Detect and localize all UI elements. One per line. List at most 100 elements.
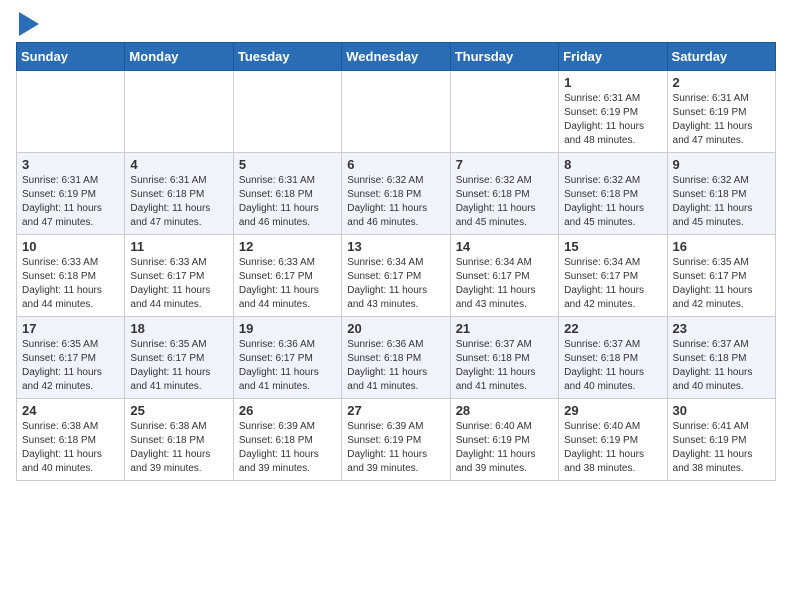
calendar-day-cell: 23 Sunrise: 6:37 AM Sunset: 6:18 PM Dayli… (667, 317, 775, 399)
calendar-day-cell: 30 Sunrise: 6:41 AM Sunset: 6:19 PM Dayli… (667, 399, 775, 481)
day-info: Sunrise: 6:31 AM Sunset: 6:18 PM Dayligh… (239, 174, 336, 230)
day-info: Sunrise: 6:37 AM Sunset: 6:18 PM Dayligh… (564, 338, 661, 394)
day-info: Sunrise: 6:31 AM Sunset: 6:18 PM Dayligh… (130, 174, 227, 230)
calendar-day-cell: 21 Sunrise: 6:37 AM Sunset: 6:18 PM Dayli… (450, 317, 558, 399)
calendar-day-cell: 8Sunrise: 6:32 AM Sunset: 6:18 PM Daylig… (559, 153, 667, 235)
day-of-week-header: Sunday (17, 43, 125, 71)
day-info: Sunrise: 6:32 AM Sunset: 6:18 PM Dayligh… (347, 174, 444, 230)
day-info: Sunrise: 6:36 AM Sunset: 6:18 PM Dayligh… (347, 338, 444, 394)
calendar-day-cell (17, 71, 125, 153)
day-number: 26 (239, 403, 336, 418)
day-info: Sunrise: 6:31 AM Sunset: 6:19 PM Dayligh… (564, 92, 661, 148)
day-info: Sunrise: 6:41 AM Sunset: 6:19 PM Dayligh… (673, 420, 770, 476)
calendar-header-row: SundayMondayTuesdayWednesdayThursdayFrid… (17, 43, 776, 71)
day-info: Sunrise: 6:32 AM Sunset: 6:18 PM Dayligh… (673, 174, 770, 230)
day-of-week-header: Friday (559, 43, 667, 71)
calendar-week-row: 10 Sunrise: 6:33 AM Sunset: 6:18 PM Dayli… (17, 235, 776, 317)
calendar-day-cell: 5 Sunrise: 6:31 AM Sunset: 6:18 PM Daylig… (233, 153, 341, 235)
day-number: 28 (456, 403, 553, 418)
day-number: 1 (564, 75, 661, 90)
calendar-table: SundayMondayTuesdayWednesdayThursdayFrid… (16, 42, 776, 481)
calendar-day-cell: 20 Sunrise: 6:36 AM Sunset: 6:18 PM Dayli… (342, 317, 450, 399)
day-number: 2 (673, 75, 770, 90)
calendar-week-row: 3 Sunrise: 6:31 AM Sunset: 6:19 PM Daylig… (17, 153, 776, 235)
day-info: Sunrise: 6:33 AM Sunset: 6:17 PM Dayligh… (239, 256, 336, 312)
day-number: 20 (347, 321, 444, 336)
day-number: 18 (130, 321, 227, 336)
calendar-day-cell: 28 Sunrise: 6:40 AM Sunset: 6:19 PM Dayli… (450, 399, 558, 481)
day-info: Sunrise: 6:34 AM Sunset: 6:17 PM Dayligh… (347, 256, 444, 312)
calendar-day-cell: 4 Sunrise: 6:31 AM Sunset: 6:18 PM Daylig… (125, 153, 233, 235)
day-info: Sunrise: 6:31 AM Sunset: 6:19 PM Dayligh… (673, 92, 770, 148)
day-number: 16 (673, 239, 770, 254)
day-number: 27 (347, 403, 444, 418)
day-number: 13 (347, 239, 444, 254)
day-of-week-header: Tuesday (233, 43, 341, 71)
logo (16, 16, 39, 34)
day-number: 11 (130, 239, 227, 254)
day-number: 12 (239, 239, 336, 254)
calendar-day-cell (342, 71, 450, 153)
day-number: 21 (456, 321, 553, 336)
day-number: 3 (22, 157, 119, 172)
day-info: Sunrise: 6:39 AM Sunset: 6:18 PM Dayligh… (239, 420, 336, 476)
calendar-day-cell: 11 Sunrise: 6:33 AM Sunset: 6:17 PM Dayli… (125, 235, 233, 317)
day-info: Sunrise: 6:40 AM Sunset: 6:19 PM Dayligh… (456, 420, 553, 476)
day-info: Sunrise: 6:35 AM Sunset: 6:17 PM Dayligh… (22, 338, 119, 394)
calendar-day-cell: 14 Sunrise: 6:34 AM Sunset: 6:17 PM Dayli… (450, 235, 558, 317)
day-info: Sunrise: 6:38 AM Sunset: 6:18 PM Dayligh… (130, 420, 227, 476)
day-info: Sunrise: 6:33 AM Sunset: 6:17 PM Dayligh… (130, 256, 227, 312)
day-info: Sunrise: 6:34 AM Sunset: 6:17 PM Dayligh… (456, 256, 553, 312)
day-info: Sunrise: 6:33 AM Sunset: 6:18 PM Dayligh… (22, 256, 119, 312)
calendar-day-cell: 19Sunrise: 6:36 AM Sunset: 6:17 PM Dayli… (233, 317, 341, 399)
day-number: 23 (673, 321, 770, 336)
calendar-day-cell: 2 Sunrise: 6:31 AM Sunset: 6:19 PM Daylig… (667, 71, 775, 153)
day-number: 22 (564, 321, 661, 336)
day-of-week-header: Monday (125, 43, 233, 71)
calendar-day-cell: 9Sunrise: 6:32 AM Sunset: 6:18 PM Daylig… (667, 153, 775, 235)
calendar-week-row: 24Sunrise: 6:38 AM Sunset: 6:18 PM Dayli… (17, 399, 776, 481)
day-number: 30 (673, 403, 770, 418)
calendar-day-cell: 25Sunrise: 6:38 AM Sunset: 6:18 PM Dayli… (125, 399, 233, 481)
day-info: Sunrise: 6:39 AM Sunset: 6:19 PM Dayligh… (347, 420, 444, 476)
day-info: Sunrise: 6:40 AM Sunset: 6:19 PM Dayligh… (564, 420, 661, 476)
day-info: Sunrise: 6:37 AM Sunset: 6:18 PM Dayligh… (456, 338, 553, 394)
calendar-week-row: 1 Sunrise: 6:31 AM Sunset: 6:19 PM Daylig… (17, 71, 776, 153)
day-number: 19 (239, 321, 336, 336)
calendar-day-cell: 24Sunrise: 6:38 AM Sunset: 6:18 PM Dayli… (17, 399, 125, 481)
calendar-day-cell: 13 Sunrise: 6:34 AM Sunset: 6:17 PM Dayli… (342, 235, 450, 317)
day-of-week-header: Wednesday (342, 43, 450, 71)
day-number: 29 (564, 403, 661, 418)
calendar-week-row: 17Sunrise: 6:35 AM Sunset: 6:17 PM Dayli… (17, 317, 776, 399)
day-number: 4 (130, 157, 227, 172)
day-number: 5 (239, 157, 336, 172)
day-number: 15 (564, 239, 661, 254)
calendar-day-cell: 18 Sunrise: 6:35 AM Sunset: 6:17 PM Dayli… (125, 317, 233, 399)
day-info: Sunrise: 6:35 AM Sunset: 6:17 PM Dayligh… (130, 338, 227, 394)
calendar-day-cell: 15 Sunrise: 6:34 AM Sunset: 6:17 PM Dayli… (559, 235, 667, 317)
calendar-day-cell: 27 Sunrise: 6:39 AM Sunset: 6:19 PM Dayli… (342, 399, 450, 481)
calendar-day-cell: 3 Sunrise: 6:31 AM Sunset: 6:19 PM Daylig… (17, 153, 125, 235)
calendar-day-cell: 16 Sunrise: 6:35 AM Sunset: 6:17 PM Dayli… (667, 235, 775, 317)
day-info: Sunrise: 6:31 AM Sunset: 6:19 PM Dayligh… (22, 174, 119, 230)
calendar-day-cell (233, 71, 341, 153)
day-of-week-header: Saturday (667, 43, 775, 71)
calendar-day-cell: 29 Sunrise: 6:40 AM Sunset: 6:19 PM Dayli… (559, 399, 667, 481)
day-info: Sunrise: 6:32 AM Sunset: 6:18 PM Dayligh… (456, 174, 553, 230)
calendar-day-cell: 7Sunrise: 6:32 AM Sunset: 6:18 PM Daylig… (450, 153, 558, 235)
calendar-day-cell (450, 71, 558, 153)
page-header (16, 16, 776, 34)
day-number: 14 (456, 239, 553, 254)
day-info: Sunrise: 6:34 AM Sunset: 6:17 PM Dayligh… (564, 256, 661, 312)
calendar-day-cell: 10 Sunrise: 6:33 AM Sunset: 6:18 PM Dayli… (17, 235, 125, 317)
calendar-day-cell: 26 Sunrise: 6:39 AM Sunset: 6:18 PM Dayli… (233, 399, 341, 481)
day-info: Sunrise: 6:32 AM Sunset: 6:18 PM Dayligh… (564, 174, 661, 230)
day-info: Sunrise: 6:35 AM Sunset: 6:17 PM Dayligh… (673, 256, 770, 312)
day-info: Sunrise: 6:37 AM Sunset: 6:18 PM Dayligh… (673, 338, 770, 394)
day-number: 10 (22, 239, 119, 254)
day-info: Sunrise: 6:38 AM Sunset: 6:18 PM Dayligh… (22, 420, 119, 476)
calendar-day-cell: 1 Sunrise: 6:31 AM Sunset: 6:19 PM Daylig… (559, 71, 667, 153)
day-number: 6 (347, 157, 444, 172)
calendar-day-cell: 22 Sunrise: 6:37 AM Sunset: 6:18 PM Dayli… (559, 317, 667, 399)
calendar-day-cell: 6 Sunrise: 6:32 AM Sunset: 6:18 PM Daylig… (342, 153, 450, 235)
